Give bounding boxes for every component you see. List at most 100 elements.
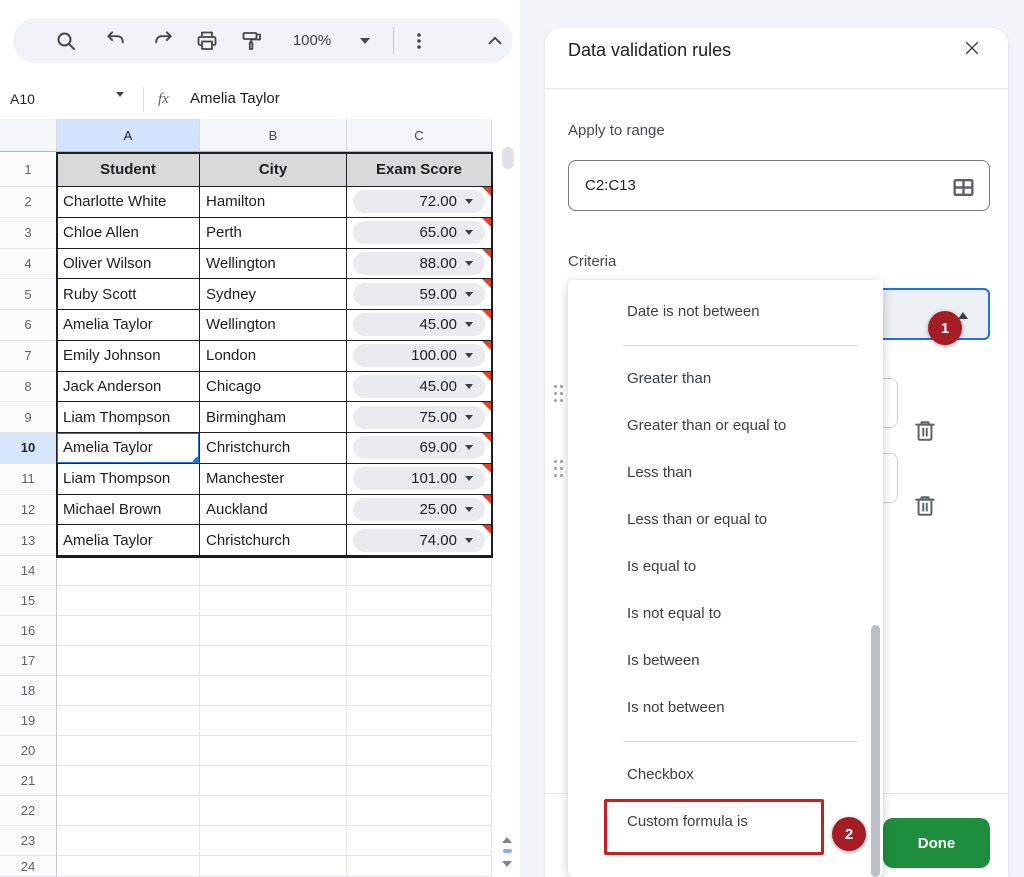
row-header-17[interactable]: 17	[0, 646, 57, 676]
row-header-6[interactable]: 6	[0, 310, 57, 341]
mini-scrollbar-thumb[interactable]	[503, 849, 512, 853]
cell-C10[interactable]: 69.00	[347, 433, 492, 464]
cell-C5[interactable]: 59.00	[347, 279, 492, 310]
cell-C15[interactable]	[347, 586, 492, 616]
name-box[interactable]: A10	[10, 80, 35, 118]
cell-C4[interactable]: 88.00	[347, 249, 492, 280]
row-header-16[interactable]: 16	[0, 616, 57, 646]
cell-C6[interactable]: 45.00	[347, 310, 492, 341]
row-header-12[interactable]: 12	[0, 495, 57, 526]
cell-C24[interactable]	[347, 856, 492, 877]
cell-C8[interactable]: 45.00	[347, 372, 492, 403]
cell-A3[interactable]: Chloe Allen	[57, 218, 200, 249]
score-dropdown-chip[interactable]: 74.00	[353, 529, 485, 552]
paint-format-icon[interactable]	[237, 18, 267, 63]
menu-item-is-not-equal-to[interactable]: Is not equal to	[568, 590, 883, 637]
cell-C18[interactable]	[347, 676, 492, 706]
cell-C2[interactable]: 72.00	[347, 187, 492, 218]
done-button[interactable]: Done	[883, 818, 990, 868]
row-header-23[interactable]: 23	[0, 826, 57, 856]
menu-item-is-equal-to[interactable]: Is equal to	[568, 543, 883, 590]
column-header-B[interactable]: B	[200, 119, 347, 152]
cell-A20[interactable]	[57, 736, 200, 766]
cell-B18[interactable]	[200, 676, 347, 706]
cell-A19[interactable]	[57, 706, 200, 736]
cell-A2[interactable]: Charlotte White	[57, 187, 200, 218]
row-header-21[interactable]: 21	[0, 766, 57, 796]
cell-B12[interactable]: Auckland	[200, 495, 347, 526]
row-header-9[interactable]: 9	[0, 402, 57, 433]
row-header-1[interactable]: 1	[0, 152, 57, 187]
cell-B4[interactable]: Wellington	[200, 249, 347, 280]
search-icon[interactable]	[51, 18, 81, 63]
cell-A17[interactable]	[57, 646, 200, 676]
scroll-down-arrow-icon[interactable]	[499, 858, 515, 870]
cell-C19[interactable]	[347, 706, 492, 736]
menu-item-checkbox[interactable]: Checkbox	[568, 751, 883, 798]
cell-A21[interactable]	[57, 766, 200, 796]
cell-B20[interactable]	[200, 736, 347, 766]
cell-B5[interactable]: Sydney	[200, 279, 347, 310]
row-header-4[interactable]: 4	[0, 249, 57, 280]
select-all-corner[interactable]	[0, 119, 57, 152]
cell-C13[interactable]: 74.00	[347, 525, 492, 556]
cell-A16[interactable]	[57, 616, 200, 646]
cell-B24[interactable]	[200, 856, 347, 877]
menu-item-is-not-between[interactable]: Is not between	[568, 684, 883, 731]
score-dropdown-chip[interactable]: 88.00	[353, 252, 485, 275]
score-dropdown-chip[interactable]: 101.00	[353, 467, 485, 490]
cell-A6[interactable]: Amelia Taylor	[57, 310, 200, 341]
menu-item-date-is-not-between[interactable]: Date is not between	[568, 288, 883, 335]
cell-A5[interactable]: Ruby Scott	[57, 279, 200, 310]
row-header-22[interactable]: 22	[0, 796, 57, 826]
cell-C21[interactable]	[347, 766, 492, 796]
row-header-8[interactable]: 8	[0, 372, 57, 403]
menu-item-less-than-or-equal-to[interactable]: Less than or equal to	[568, 496, 883, 543]
cell-A4[interactable]: Oliver Wilson	[57, 249, 200, 280]
score-dropdown-chip[interactable]: 100.00	[353, 344, 485, 367]
fill-handle[interactable]	[193, 457, 200, 464]
cell-C22[interactable]	[347, 796, 492, 826]
row-header-19[interactable]: 19	[0, 706, 57, 736]
menu-item-is-between[interactable]: Is between	[568, 637, 883, 684]
cell-B1[interactable]: City	[200, 152, 347, 187]
cell-A1[interactable]: Student	[57, 152, 200, 187]
cell-B23[interactable]	[200, 826, 347, 856]
redo-icon[interactable]	[147, 18, 177, 63]
row-header-10[interactable]: 10	[0, 433, 57, 464]
menu-scrollbar-thumb[interactable]	[871, 625, 880, 877]
row-header-3[interactable]: 3	[0, 218, 57, 249]
score-dropdown-chip[interactable]: 65.00	[353, 221, 485, 244]
cell-A10[interactable]: Amelia Taylor	[57, 433, 200, 464]
cell-C12[interactable]: 25.00	[347, 495, 492, 526]
close-icon[interactable]	[958, 34, 986, 62]
cell-B3[interactable]: Perth	[200, 218, 347, 249]
score-dropdown-chip[interactable]: 59.00	[353, 283, 485, 306]
drag-handle-icon[interactable]	[554, 385, 564, 415]
row-header-18[interactable]: 18	[0, 676, 57, 706]
trash-icon-2[interactable]	[909, 490, 941, 522]
drag-handle-icon[interactable]	[554, 460, 564, 490]
row-header-14[interactable]: 14	[0, 556, 57, 586]
cell-B8[interactable]: Chicago	[200, 372, 347, 403]
cell-A13[interactable]: Amelia Taylor	[57, 525, 200, 556]
cell-A15[interactable]	[57, 586, 200, 616]
cell-B13[interactable]: Christchurch	[200, 525, 347, 556]
cell-B14[interactable]	[200, 556, 347, 586]
cell-B10[interactable]: Christchurch	[200, 433, 347, 464]
sheet-vertical-scrollbar-thumb[interactable]	[502, 147, 514, 169]
cell-A24[interactable]	[57, 856, 200, 877]
menu-item-less-than[interactable]: Less than	[568, 449, 883, 496]
score-dropdown-chip[interactable]: 72.00	[353, 190, 485, 213]
zoom-caret-icon[interactable]	[353, 18, 377, 63]
cell-C11[interactable]: 101.00	[347, 464, 492, 495]
menu-item-greater-than[interactable]: Greater than	[568, 355, 883, 402]
cell-B21[interactable]	[200, 766, 347, 796]
row-header-7[interactable]: 7	[0, 341, 57, 372]
row-header-15[interactable]: 15	[0, 586, 57, 616]
formula-bar-value[interactable]: Amelia Taylor	[190, 80, 280, 118]
row-header-20[interactable]: 20	[0, 736, 57, 766]
zoom-select[interactable]: 100%	[279, 18, 345, 63]
cell-B17[interactable]	[200, 646, 347, 676]
cell-C17[interactable]	[347, 646, 492, 676]
